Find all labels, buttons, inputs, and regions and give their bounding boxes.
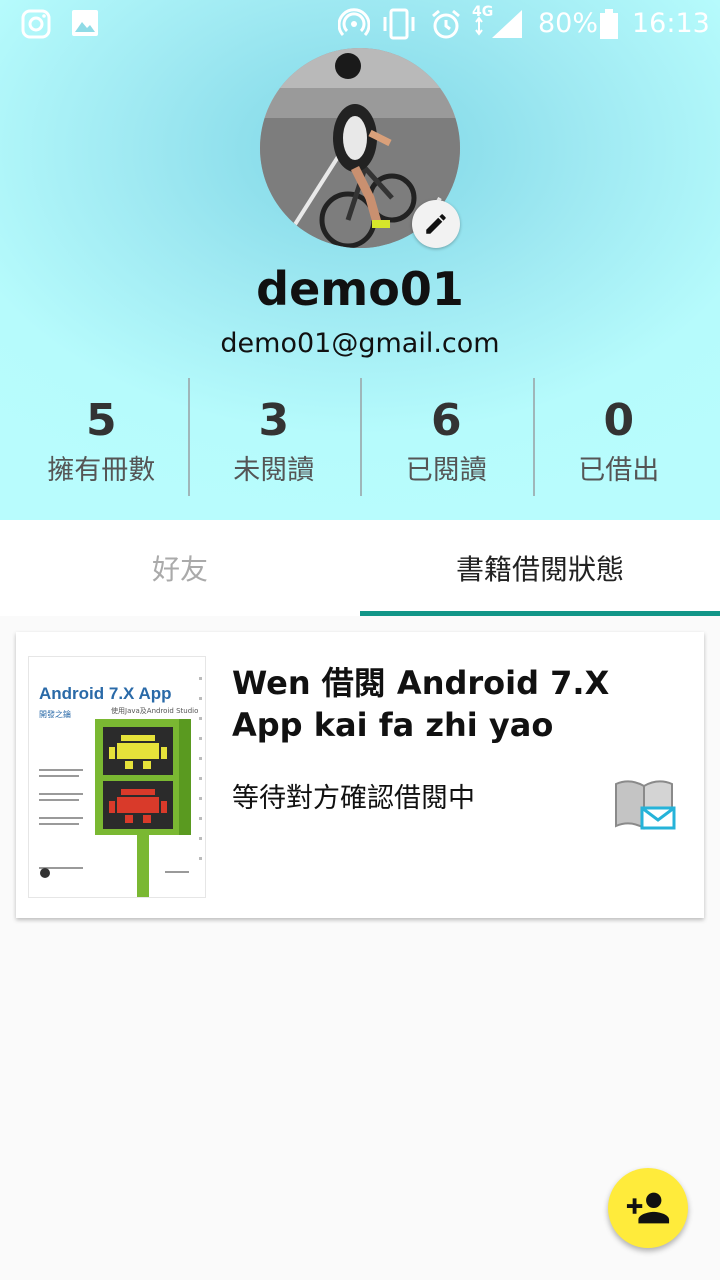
book-mail-icon[interactable] (612, 776, 678, 832)
clock: 16:13 (632, 8, 710, 39)
instagram-icon (21, 9, 51, 39)
image-icon (72, 10, 98, 36)
add-friend-button[interactable] (608, 1168, 688, 1248)
book-cover-art: Android 7.X App 開發之鑰 使用Java及Android Stud… (29, 657, 205, 897)
tab-borrow-status[interactable]: 書籍借閱狀態 (360, 520, 720, 616)
profile-header: 4G 80% 16:13 demo01 demo01@gmail.com 5 擁… (0, 0, 720, 520)
username: demo01 (256, 262, 464, 316)
edit-avatar-button[interactable] (412, 200, 460, 248)
tab-friends[interactable]: 好友 (0, 520, 360, 616)
alarm-icon (432, 9, 460, 39)
tab-bar: 好友 書籍借閱狀態 (0, 520, 720, 616)
cover-subtitle: 開發之鑰 (39, 709, 71, 719)
user-email: demo01@gmail.com (220, 328, 500, 359)
battery-icon (600, 9, 618, 39)
borrow-request-card[interactable]: Android 7.X App 開發之鑰 使用Java及Android Stud… (16, 632, 704, 918)
stat-read[interactable]: 6 已閱讀 (360, 378, 533, 496)
stats-row: 5 擁有冊數 3 未閱讀 6 已閱讀 0 已借出 (15, 378, 705, 496)
stat-value: 0 (603, 395, 635, 446)
status-bar: 4G 80% 16:13 (0, 0, 720, 50)
stat-label: 已借出 (578, 455, 660, 486)
avatar-container[interactable] (260, 48, 460, 248)
stat-value: 3 (258, 395, 290, 446)
cover-tagline: 使用Java及Android Studio (111, 706, 198, 715)
stat-owned[interactable]: 5 擁有冊數 (15, 378, 188, 496)
stat-value: 6 (430, 395, 462, 446)
person-add-icon (626, 1192, 670, 1224)
stat-label: 已閱讀 (405, 455, 487, 486)
stat-value: 5 (85, 395, 117, 446)
book-cover: Android 7.X App 開發之鑰 使用Java及Android Stud… (28, 656, 206, 898)
pencil-icon (426, 214, 446, 234)
stat-label: 未閱讀 (233, 455, 315, 486)
stat-lent[interactable]: 0 已借出 (532, 378, 706, 496)
stat-label: 擁有冊數 (47, 455, 156, 486)
battery-percent: 80% (538, 8, 599, 39)
borrow-status: 等待對方確認借閱中 (232, 783, 475, 814)
vibrate-icon (383, 8, 415, 40)
cover-title: Android 7.X App (39, 684, 172, 703)
stat-unread[interactable]: 3 未閱讀 (187, 378, 361, 496)
signal-icon (475, 10, 522, 38)
hotspot-icon (338, 8, 370, 37)
borrow-title: Wen 借閱 Android 7.X App kai fa zhi yao (232, 664, 610, 744)
